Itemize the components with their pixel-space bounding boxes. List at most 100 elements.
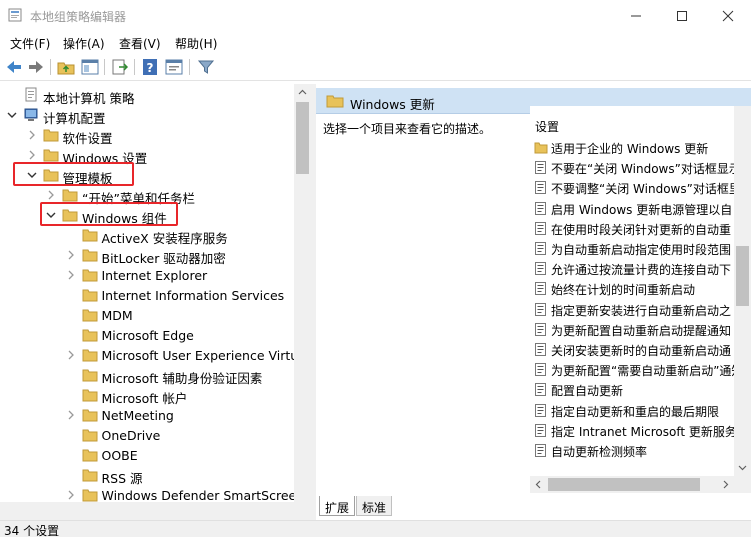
setting-row[interactable]: 指定更新安装进行自动重新启动之 [530,299,751,320]
menu-action[interactable]: 操作(A) [63,35,105,52]
folder-icon [82,449,97,462]
folder-icon [326,95,344,108]
tree-item[interactable]: Windows Defender SmartScreen [0,485,304,502]
menu-file[interactable]: 文件(F) [10,35,50,52]
setting-row[interactable]: 启用 Windows 更新电源管理以自 [530,198,751,219]
chevron-right-icon[interactable] [26,149,38,161]
setting-row[interactable]: 适用于企业的 Windows 更新 [530,137,751,158]
folder-icon [534,142,548,154]
folder-icon [82,469,97,482]
maximize-button[interactable] [659,0,705,31]
up-one-level-button[interactable] [56,57,76,77]
properties-button[interactable] [164,57,184,77]
policy-setting-icon [535,322,546,336]
tree-item[interactable]: Microsoft 辅助身份验证因素 [0,365,294,386]
tree-item[interactable]: NetMeeting [0,405,294,425]
tree-item[interactable]: 软件设置 [0,125,294,146]
setting-label: 关闭安装更新时的自动重新启动通 [551,344,732,358]
minimize-button[interactable] [613,0,659,31]
setting-row[interactable]: 指定 Intranet Microsoft 更新服务 [530,420,751,441]
chevron-right-icon[interactable] [65,269,77,281]
forward-button[interactable] [26,57,46,77]
settings-column-header[interactable]: 设置 [535,118,559,135]
scroll-right-button[interactable] [717,476,734,493]
show-hide-tree-button[interactable] [80,57,100,77]
tree-item-label: Internet Explorer [101,268,208,283]
folder-icon [82,369,97,382]
close-button[interactable] [705,0,751,31]
folder-icon [82,409,97,422]
chevron-right-icon[interactable] [26,129,38,141]
help-icon: ? [143,59,157,75]
back-button[interactable] [4,57,24,77]
maximize-icon [677,11,687,21]
setting-label: 自动更新检测频率 [551,445,648,459]
tree-item[interactable]: 本地计算机 策略 [0,85,294,106]
setting-row[interactable]: 为更新配置自动重新启动提醒通知 [530,319,751,340]
help-button[interactable]: ? [140,57,160,77]
tree-item[interactable]: Internet Information Services [0,285,294,305]
tree-horizontal-scrollbar[interactable] [0,502,311,520]
settings-vertical-scrollbar[interactable] [734,106,751,476]
setting-row[interactable]: 不要在“关闭 Windows”对话框显示 [530,157,751,178]
policy-setting-icon [535,423,546,437]
setting-label: 不要调整“关闭 Windows”对话框里 [551,182,741,197]
policy-setting-icon [535,161,546,175]
scroll-down-button[interactable] [734,459,751,476]
setting-row[interactable]: 自动更新检测频率 [530,440,751,461]
tree-item[interactable]: 计算机配置 [0,105,294,126]
tree-item[interactable]: OneDrive [0,425,294,445]
window-title: 本地组策略编辑器 [30,10,127,24]
menu-view[interactable]: 查看(V) [119,35,161,52]
tree-item[interactable]: Microsoft Edge [0,325,294,345]
chevron-right-icon[interactable] [65,489,77,501]
chevron-right-icon[interactable] [65,409,77,421]
scrollbar-thumb[interactable] [296,102,309,174]
setting-row[interactable]: 配置自动更新 [530,379,751,400]
scroll-up-button[interactable] [294,84,311,101]
chevron-right-icon[interactable] [45,189,57,201]
setting-label: 为自动重新启动指定使用时段范围 [551,243,732,257]
setting-row[interactable]: 允许通过按流量计费的连接自动下 [530,258,751,279]
tree-item[interactable]: OOBE [0,445,294,465]
folder-icon [82,309,97,322]
tree-item-label: NetMeeting [101,408,174,423]
tree-item[interactable]: MDM [0,305,294,325]
scrollbar-thumb[interactable] [548,478,700,491]
tree-item[interactable]: Microsoft 帐户 [0,385,294,406]
setting-row[interactable]: 指定自动更新和重启的最后期限 [530,400,751,421]
chevron-down-icon[interactable] [6,109,18,121]
filter-button[interactable] [196,57,216,77]
setting-row[interactable]: 不要调整“关闭 Windows”对话框里 [530,177,751,198]
folder-icon [82,429,97,442]
scroll-left-button[interactable] [530,476,547,493]
tab-standard[interactable]: 标准 [356,496,392,516]
tree-item[interactable]: BitLocker 驱动器加密 [0,245,294,266]
scrollbar-thumb[interactable] [736,246,749,306]
tree-item[interactable]: Internet Explorer [0,265,294,285]
menu-help[interactable]: 帮助(H) [175,35,217,52]
details-pane: Windows 更新 选择一个项目来查看它的描述。 设置 适用于企业的 Wind… [316,84,751,520]
folder-icon [82,289,97,302]
settings-horizontal-scrollbar[interactable] [530,476,751,493]
export-list-button[interactable] [110,57,130,77]
tab-extended[interactable]: 扩展 [319,496,355,516]
chevron-right-icon[interactable] [65,249,77,261]
folder-icon [43,129,58,142]
tree-item[interactable]: Microsoft User Experience Virtua [0,345,306,365]
minimize-icon [631,15,641,17]
toolbar-separator [104,59,105,75]
tree-vertical-scrollbar[interactable] [294,84,311,502]
policy-setting-icon [535,181,546,195]
setting-row[interactable]: 在使用时段关闭针对更新的自动重 [530,218,751,239]
chevron-right-icon[interactable] [65,349,77,361]
setting-row[interactable]: 关闭安装更新时的自动重新启动通 [530,339,751,360]
setting-row[interactable]: 始终在计划的时间重新启动 [530,278,751,299]
tree-item[interactable]: ActiveX 安装程序服务 [0,225,294,246]
setting-label: 为更新配置“需要自动重新启动”通知 [551,364,744,379]
setting-label: 为更新配置自动重新启动提醒通知 [551,323,732,338]
setting-row[interactable]: 为更新配置“需要自动重新启动”通知 [530,359,751,380]
menu-bar: 文件(F) 操作(A) 查看(V) 帮助(H) [0,31,751,53]
tree-item[interactable]: RSS 源 [0,465,294,486]
setting-row[interactable]: 为自动重新启动指定使用时段范围 [530,238,751,259]
